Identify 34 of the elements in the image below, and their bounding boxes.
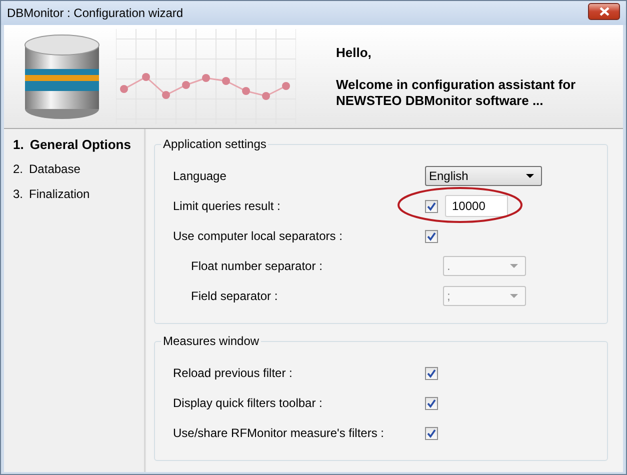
wizard-step[interactable]: 1. General Options <box>13 137 144 162</box>
welcome-message: Welcome in configuration assistant for NEWSTEO DBMonitor software ... <box>336 76 576 108</box>
greeting: Hello, <box>336 44 372 60</box>
setting-label: Float number separator : <box>190 259 324 273</box>
data-point <box>202 74 210 82</box>
data-point <box>242 87 250 95</box>
checkbox[interactable] <box>425 426 438 440</box>
dropdown[interactable]: English <box>425 166 542 186</box>
data-point <box>282 82 290 90</box>
wizard-step[interactable]: 3. Finalization <box>13 187 144 212</box>
close-icon <box>598 6 610 16</box>
wizard-step[interactable]: 2. Database <box>13 162 144 187</box>
setting-label: Reload previous filter : <box>173 366 294 380</box>
setting-label: Use/share RFMonitor measure's filters : <box>173 426 386 440</box>
data-point <box>162 91 170 99</box>
checkbox[interactable] <box>425 366 438 380</box>
checkbox[interactable] <box>425 230 438 242</box>
group-title: Measures window <box>161 334 262 348</box>
data-point <box>222 77 230 85</box>
data-point <box>120 85 128 93</box>
setting-label: Use computer local separators : <box>173 229 344 243</box>
group-title: Application settings <box>161 137 268 151</box>
data-point <box>142 73 150 81</box>
setting-label: Language <box>173 169 228 183</box>
input-field[interactable]: 10000 <box>445 195 508 217</box>
close-button[interactable] <box>588 2 620 20</box>
checkbox[interactable] <box>425 200 438 212</box>
setting-label: Field separator : <box>190 289 279 303</box>
data-point <box>262 92 270 100</box>
setting-label: Display quick filters toolbar : <box>173 396 324 410</box>
setting-label: Limit queries result : <box>173 199 282 213</box>
window-title: DBMonitor : Configuration wizard <box>7 6 184 20</box>
data-point <box>182 81 190 89</box>
checkbox[interactable] <box>425 396 438 410</box>
